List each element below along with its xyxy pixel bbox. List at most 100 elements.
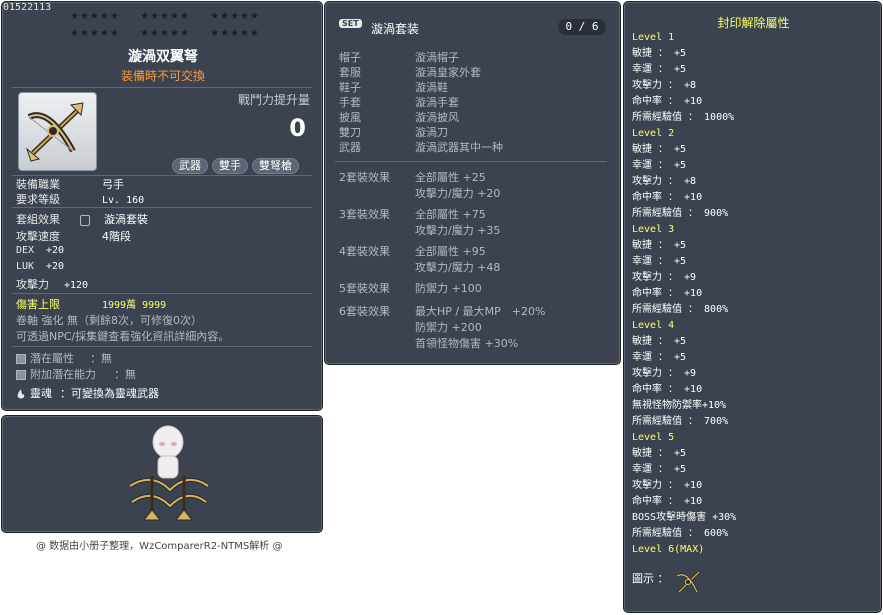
seal-stat-line: 攻擊力 ： +10 (632, 480, 703, 491)
divider (12, 346, 312, 347)
set-effect-line: 全部屬性 +75 (415, 208, 486, 221)
star-force-row-1: ★★★★★ ★★★★★ ★★★★★ (70, 11, 260, 22)
flame-icon (17, 388, 25, 398)
npc-hint: 可透過NPC/採集鍵查看強化資訊詳細內容。 (16, 330, 230, 343)
set-effect-row: 套組效果 漩渦套裝 (16, 211, 148, 227)
trade-restriction-note: 装備時不可交換 (120, 69, 205, 83)
seal-stat-line: 命中率 ： +10 (632, 192, 703, 203)
item-id: 01522113 (3, 2, 52, 13)
seal-level-heading: Level 1 (632, 32, 675, 43)
seal-stat-line: 敏捷 ： +5 (632, 144, 687, 155)
required-level-label: 要求等級 (16, 193, 60, 206)
seal-stat-line: 所需經驗值 ： 600% (632, 528, 729, 539)
stat-attack-row: 攻擊力 +120 (16, 276, 88, 292)
seal-title: 封印解除屬性 (717, 16, 790, 30)
set-part-row: 披風 漩渦披风 (339, 109, 459, 125)
seal-stat-line: 敏捷 ： +5 (632, 240, 687, 251)
seal-level-heading: Level 5 (632, 432, 675, 443)
set-part-name: 漩渦刀 (415, 126, 448, 139)
soul-value: ：可變換為靈魂武器 (60, 387, 159, 400)
potential-value: ：無 (90, 352, 112, 365)
stat-luk-row: LUK +20 (16, 261, 64, 272)
seal-stat-line: 所需經驗值 ： 700% (632, 416, 729, 427)
set-piece-count: 0 / 6 (558, 19, 606, 35)
tag-two-handed: 雙手 (212, 158, 248, 174)
set-part-name: 漩渦披风 (415, 111, 459, 124)
set-part-slot: 披風 (339, 111, 361, 124)
set-part-slot: 雙刀 (339, 126, 361, 139)
potential-icon (16, 354, 26, 364)
set-effect-line: 攻擊力/魔力 +20 (415, 187, 501, 200)
attack-speed-value: 4階段 (102, 230, 131, 243)
set-part-name: 漩渦手套 (415, 96, 459, 109)
set-part-slot: 鞋子 (339, 81, 361, 94)
set-part-row: 雙刀 漩渦刀 (339, 124, 448, 140)
soul-row: 靈魂 ：可變換為靈魂武器 (16, 385, 159, 401)
seal-stat-line: 幸運 ： +5 (632, 352, 687, 363)
set-part-row: 套服 漩渦皇家外套 (339, 64, 481, 80)
seal-stat-line: 無視怪物防禦率+10% (632, 400, 727, 411)
set-effect-label: 套組效果 (16, 213, 60, 226)
attack-speed-label: 攻擊速度 (16, 230, 60, 243)
character-preview-image (128, 425, 210, 521)
stat-luk-label: LUK (16, 261, 35, 272)
set-effect-label: 4套裝效果 (339, 245, 390, 258)
data-source-note: @ 数据由小册子整理，WzComparerR2-NTMS解析 @ (36, 541, 283, 552)
scroll-upgrade-info: 卷軸 強化 無（剩餘8次，可修復0次） (16, 314, 202, 327)
star-force-row-2: ★★★★★ ★★★★★ ★★★★★ (70, 28, 260, 39)
stat-attack-value: +120 (64, 280, 89, 291)
set-title: 漩渦套装 (371, 22, 420, 36)
seal-stat-line: 命中率 ： +10 (632, 496, 703, 507)
set-badge: SET (339, 19, 362, 28)
star-group: ★★★★★ (210, 11, 260, 22)
item-name: 漩渦双翼弩 (128, 49, 198, 65)
stat-dex-value: +20 (46, 245, 65, 256)
stat-luk-value: +20 (46, 261, 65, 272)
seal-stat-line: 攻擊力 ： +9 (632, 272, 697, 283)
seal-stat-line: 攻擊力 ： +8 (632, 80, 697, 91)
set-effect-line: 全部屬性 +95 (415, 245, 486, 258)
crossbow-icon (25, 102, 84, 162)
stat-attack-label: 攻擊力 (16, 278, 49, 291)
lock-icon (80, 214, 90, 226)
required-job-label: 裝備職業 (16, 178, 60, 191)
tag-dual-bowgun: 雙弩槍 (252, 158, 299, 174)
star-group: ★★★★★ (140, 11, 190, 22)
seal-stat-line: BOSS攻擊時傷害 +30% (632, 512, 737, 523)
set-effect-line: 攻擊力/魔力 +35 (415, 224, 501, 237)
set-effect-line: 防禦力 +200 (415, 321, 482, 334)
damage-cap-value: 1999萬 9999 (102, 300, 167, 311)
potential-row: 潛在屬性 ：無 (16, 350, 112, 366)
attack-speed-row: 攻擊速度 4階段 (16, 228, 131, 244)
bonus-potential-label: 附加潛在能力 (30, 368, 96, 381)
set-effect-label: 2套裝效果 (339, 171, 390, 184)
set-part-name: 漩渦鞋 (415, 81, 448, 94)
seal-stat-line: 幸運 ： +5 (632, 64, 687, 75)
seal-level-heading: Level 4 (632, 320, 675, 331)
stat-dex-row: DEX +20 (16, 245, 64, 256)
character-preview-panel (1, 415, 323, 533)
seal-stat-line: 敏捷 ： +5 (632, 48, 687, 59)
divider (12, 87, 312, 88)
required-job-value: 弓手 (102, 178, 124, 191)
set-effect-line: 防禦力 +100 (415, 282, 482, 295)
set-part-slot: 手套 (339, 96, 361, 109)
required-level-row: 要求等級 Lv. 160 (16, 191, 144, 207)
stat-dex-label: DEX (16, 245, 35, 256)
set-part-name: 漩渦皇家外套 (415, 66, 481, 79)
set-effect-label: 3套裝效果 (339, 208, 390, 221)
set-part-slot: 帽子 (339, 51, 361, 64)
star-group: ★★★★★ (70, 11, 120, 22)
item-category-tags: 武器 雙手 雙弩槍 (172, 158, 299, 174)
set-part-row: 手套 漩渦手套 (339, 94, 459, 110)
item-icon-box (18, 92, 97, 171)
damage-cap-label: 傷害上限 (16, 298, 60, 311)
set-effect-label: 6套裝效果 (339, 305, 390, 318)
seal-picture-label: 圖示 ： (632, 572, 669, 585)
seal-stat-line: 所需經驗值 ： 800% (632, 304, 729, 315)
seal-level-heading: Level 3 (632, 224, 675, 235)
set-part-slot: 套服 (339, 66, 361, 79)
star-group: ★★★★★ (140, 28, 190, 39)
seal-stat-line: 幸運 ： +5 (632, 160, 687, 171)
set-part-name: 漩渦帽子 (415, 51, 459, 64)
